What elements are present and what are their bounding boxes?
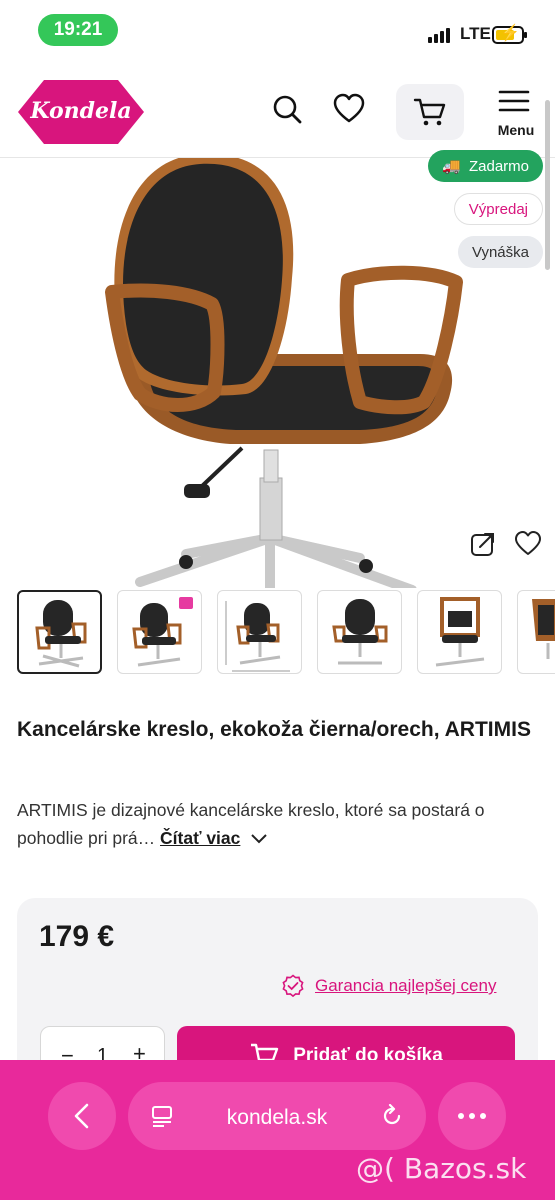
more-dots-icon — [458, 1113, 486, 1119]
cart-button[interactable] — [396, 84, 464, 140]
site-header: Kondela Menu — [0, 70, 555, 158]
menu-icon[interactable] — [498, 88, 530, 116]
watermark: @( Bazos.sk — [356, 1152, 527, 1185]
badge-free-label: Zadarmo — [468, 157, 529, 175]
heart-icon[interactable] — [332, 92, 366, 126]
badge-check-icon — [282, 974, 304, 998]
thumbnail[interactable] — [317, 590, 402, 674]
status-time: 19:21 — [38, 14, 118, 46]
thumbnail[interactable] — [117, 590, 202, 674]
menu-label[interactable]: Menu — [488, 122, 544, 138]
thumbnail-strip — [17, 590, 555, 674]
thumbnail-chair — [35, 600, 87, 668]
address-bar[interactable]: kondela.sk — [128, 1082, 426, 1150]
thumbnail-chair-side — [532, 599, 555, 659]
best-price-guarantee[interactable]: Garancia najlepšej ceny — [281, 974, 496, 998]
network-label: LTE — [460, 24, 491, 43]
cart-icon — [413, 98, 446, 126]
more-button[interactable] — [438, 1082, 506, 1150]
badge-carry: Vynáška — [458, 236, 543, 268]
thumbnail-chair-front — [332, 599, 388, 665]
thumbnail-chair-dimensions — [225, 601, 290, 672]
thumbnail[interactable] — [217, 590, 302, 674]
thumbnail-chair-back — [435, 597, 485, 667]
signal-icon — [428, 28, 450, 43]
back-button[interactable] — [48, 1082, 116, 1150]
wishlist-icon[interactable] — [514, 530, 542, 558]
status-bar: 19:21 LTE ⚡ — [0, 0, 555, 62]
badge-sale: Výpredaj — [453, 193, 543, 225]
truck-icon: 🚚 — [442, 158, 461, 175]
badge-free-delivery: 🚚 Zadarmo — [428, 150, 543, 182]
chevron-left-icon — [74, 1103, 89, 1129]
chevron-down-icon[interactable] — [251, 834, 267, 844]
logo-text: Kondela — [30, 98, 132, 124]
share-icon[interactable] — [469, 530, 497, 558]
product-description: ARTIMIS je dizajnové kancelárske kreslo,… — [17, 796, 537, 852]
thumbnail[interactable] — [517, 590, 555, 674]
search-icon[interactable] — [270, 92, 304, 126]
gift-icon — [179, 597, 193, 609]
product-price: 179 € — [39, 920, 115, 953]
thumbnail[interactable] — [417, 590, 502, 674]
charging-icon: ⚡ — [500, 25, 520, 42]
reload-icon[interactable] — [380, 1104, 404, 1128]
product-title: Kancelárske kreslo, ekokoža čierna/orech… — [17, 718, 531, 741]
read-more-link[interactable]: Čítať viac — [160, 828, 240, 848]
guarantee-link[interactable]: Garancia najlepšej ceny — [315, 976, 496, 996]
thumbnail[interactable] — [17, 590, 102, 674]
page: 19:21 LTE ⚡ Kondela Menu 🚚 Zadarmo Výpre… — [0, 0, 555, 1200]
